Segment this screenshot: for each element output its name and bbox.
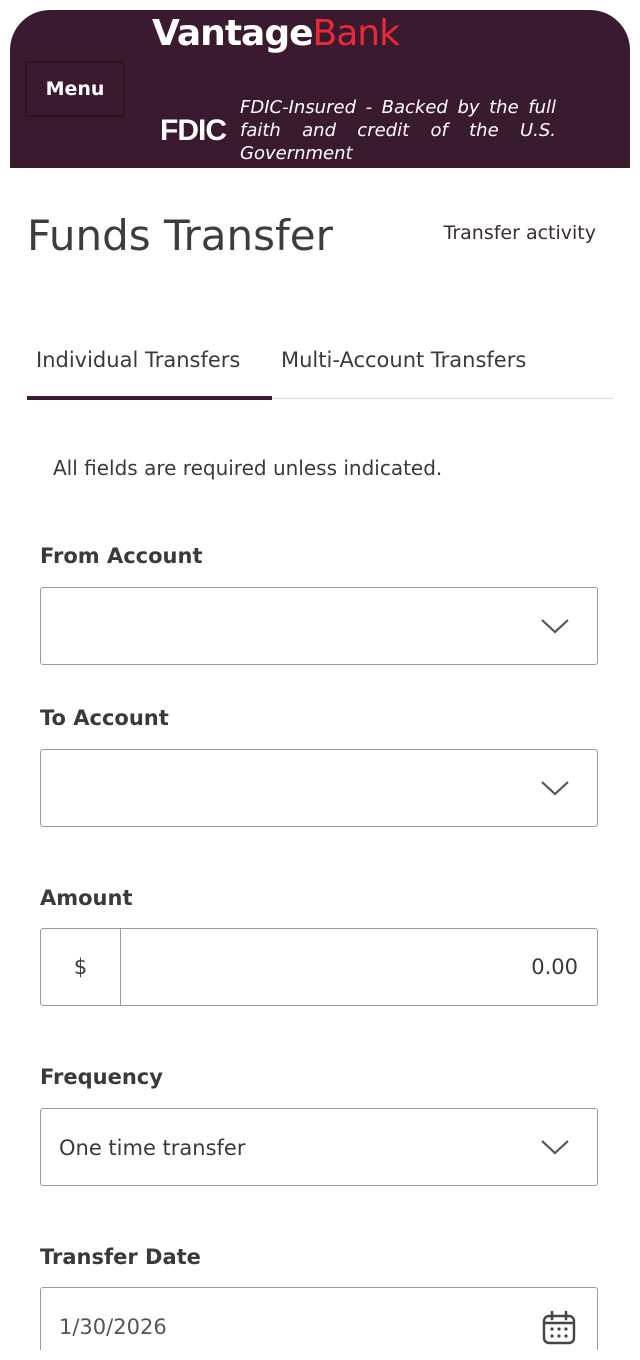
required-fields-note: All fields are required unless indicated… bbox=[53, 456, 443, 480]
amount-input[interactable] bbox=[122, 929, 578, 1005]
from-account-label: From Account bbox=[40, 544, 203, 568]
transfer-tabs: Individual Transfers Multi-Account Trans… bbox=[27, 342, 613, 400]
fdic-logo: FDIC bbox=[160, 114, 227, 147]
logo-bank-text: Bank bbox=[312, 13, 400, 54]
frequency-select[interactable]: One time transfer bbox=[40, 1108, 598, 1186]
frequency-label: Frequency bbox=[40, 1065, 163, 1089]
tab-multi-label: Multi-Account Transfers bbox=[281, 348, 527, 372]
vantage-bank-logo[interactable]: Vantage Bank bbox=[152, 12, 400, 56]
tab-individual-label: Individual Transfers bbox=[36, 348, 241, 372]
calendar-icon[interactable] bbox=[541, 1310, 577, 1346]
tab-individual-transfers[interactable]: Individual Transfers bbox=[27, 342, 272, 400]
chevron-down-icon bbox=[541, 781, 569, 796]
amount-field: $ bbox=[40, 928, 598, 1006]
amount-label: Amount bbox=[40, 886, 133, 910]
tab-multi-account-transfers[interactable]: Multi-Account Transfers bbox=[281, 342, 526, 398]
frequency-value: One time transfer bbox=[59, 1136, 246, 1160]
page-title: Funds Transfer bbox=[27, 211, 333, 260]
currency-prefix: $ bbox=[41, 929, 121, 1005]
to-account-select[interactable] bbox=[40, 749, 598, 827]
transfer-date-value: 1/30/2026 bbox=[59, 1315, 167, 1339]
site-header: Vantage Bank Menu FDIC FDIC-Insured - Bac… bbox=[10, 10, 630, 168]
chevron-down-icon bbox=[541, 619, 569, 634]
transfer-activity-link[interactable]: Transfer activity bbox=[444, 222, 596, 244]
fdic-disclaimer: FDIC-Insured - Backed by the full faith … bbox=[240, 97, 556, 164]
from-account-select[interactable] bbox=[40, 587, 598, 665]
menu-button[interactable]: Menu bbox=[26, 62, 124, 116]
app-frame: Vantage Bank Menu FDIC FDIC-Insured - Bac… bbox=[10, 10, 630, 1350]
chevron-down-icon bbox=[541, 1140, 569, 1155]
to-account-label: To Account bbox=[40, 706, 169, 730]
logo-vantage-text: Vantage bbox=[152, 13, 314, 54]
transfer-date-label: Transfer Date bbox=[40, 1245, 201, 1269]
transfer-date-field[interactable]: 1/30/2026 bbox=[40, 1287, 598, 1350]
